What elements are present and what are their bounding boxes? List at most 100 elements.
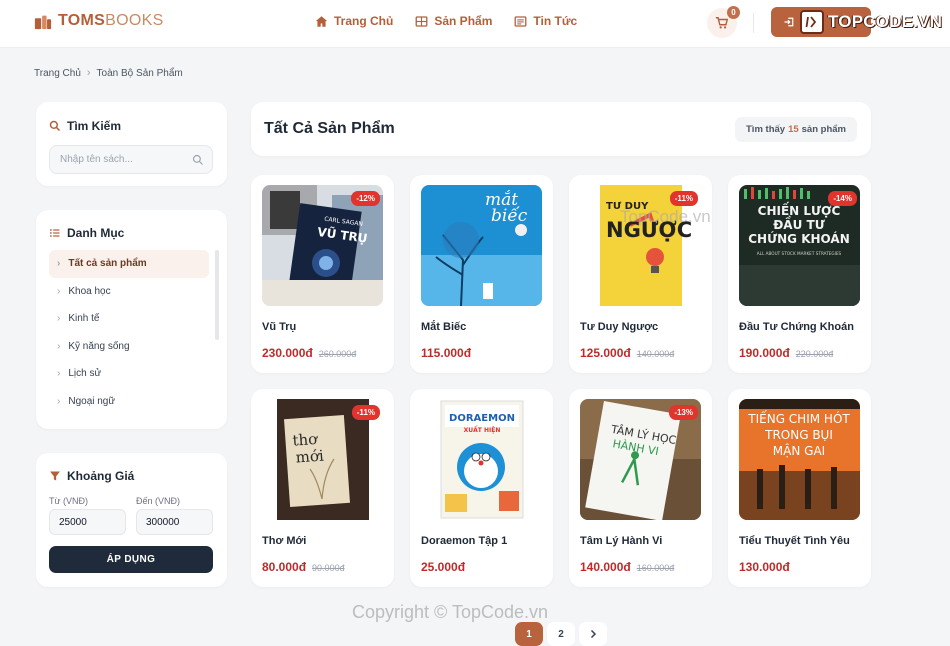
old-price: 140.000đ xyxy=(636,349,675,359)
old-price: 220.000đ xyxy=(795,349,834,359)
discount-badge: -11% xyxy=(669,191,698,206)
cover-text: XUẤT HIỆN xyxy=(464,426,501,434)
logo-text: TOMSBOOKS xyxy=(58,12,164,29)
cart-button[interactable]: 0 xyxy=(707,6,740,38)
category-list: › Tất cả sản phẩm › Khoa học › Kinh tế › Kỹ … xyxy=(49,250,209,415)
product-price: 115.000đ xyxy=(421,346,477,360)
newspaper-icon xyxy=(514,15,527,27)
next-page-button[interactable] xyxy=(579,622,607,646)
discount-badge: -13% xyxy=(669,405,698,420)
page-1-button[interactable]: 1 xyxy=(515,622,543,646)
product-image[interactable]: mắt biếc xyxy=(421,185,542,306)
old-price: 90.000đ xyxy=(312,563,345,573)
topcode-watermark-logo: TOPCODE.VN xyxy=(800,10,942,34)
current-price: 115.000đ xyxy=(421,346,472,360)
product-name[interactable]: Đầu Tư Chứng Khoán xyxy=(739,321,854,333)
category-card: Danh Mục › Tất cả sản phẩm › Khoa học › Kin… xyxy=(36,210,227,429)
product-card[interactable]: thơ mới -11% Thơ Mới 80.000đ 90.000đ xyxy=(251,389,394,587)
search-input[interactable]: Nhập tên sách... xyxy=(49,145,213,174)
product-card[interactable]: TIẾNG CHIM HÓT TRONG BỤI MẬN GAI Tiểu Th… xyxy=(728,389,871,587)
pagination: 1 2 xyxy=(515,622,607,646)
product-price: 130.000đ xyxy=(739,560,796,574)
main-nav: Trang Chủ Sản Phẩm Tin Tức xyxy=(315,14,577,28)
filter-icon xyxy=(50,471,60,481)
grid-icon xyxy=(415,15,428,27)
nav-products[interactable]: Sản Phẩm xyxy=(415,14,492,28)
product-card[interactable]: CHIẾN LƯỢC ĐẦU TƯ CHỨNG KHOÁN ALL ABOUT … xyxy=(728,175,871,373)
product-price: 25.000đ xyxy=(421,560,471,574)
product-image[interactable]: TÂM LÝ HỌC HÀNH VI -13% xyxy=(580,399,701,520)
logo[interactable]: TOMSBOOKS xyxy=(34,12,164,30)
discount-badge: -11% xyxy=(351,405,380,420)
breadcrumb: Trang Chủ › Toàn Bộ Sản Phẩm xyxy=(34,67,183,79)
nav-home[interactable]: Trang Chủ xyxy=(315,14,393,28)
chevron-right-icon: › xyxy=(57,258,61,270)
product-name[interactable]: Tư Duy Ngược xyxy=(580,321,658,333)
chevron-right-icon: › xyxy=(57,340,61,352)
product-image[interactable]: TIẾNG CHIM HÓT TRONG BỤI MẬN GAI xyxy=(739,399,860,520)
discount-badge: -12% xyxy=(351,191,380,206)
category-item-economics[interactable]: › Kinh tế xyxy=(49,305,209,333)
product-image[interactable]: DORAEMON XUẤT HIỆN xyxy=(421,399,542,520)
cover-text: biếc xyxy=(491,206,528,226)
cover-text: CHỨNG KHOÁN xyxy=(748,231,850,246)
category-item-all[interactable]: › Tất cả sản phẩm xyxy=(49,250,209,278)
category-scrollbar[interactable] xyxy=(215,250,219,340)
chevron-right-icon: › xyxy=(57,285,61,297)
apply-filter-button[interactable]: ÁP DỤNG xyxy=(49,546,213,573)
cover-text: ĐẦU TƯ xyxy=(773,215,824,232)
product-card[interactable]: TƯ DUY NGƯỢC -11% Tư Duy Ngược 125.000đ … xyxy=(569,175,712,373)
price-filter-card: Khoảng Giá Từ (VNĐ) Đến (VNĐ) 25000 3000… xyxy=(36,453,227,587)
category-item-languages[interactable]: › Ngoại ngữ xyxy=(49,388,209,416)
product-card[interactable]: mắt biếc Mắt Biếc 115.000đ xyxy=(410,175,553,373)
product-name[interactable]: Tiểu Thuyết Tình Yêu xyxy=(739,535,850,547)
old-price: 160.000đ xyxy=(636,563,675,573)
current-price: 125.000đ xyxy=(580,346,631,360)
product-image[interactable]: TƯ DUY NGƯỢC -11% xyxy=(580,185,701,306)
breadcrumb-home[interactable]: Trang Chủ xyxy=(34,68,81,79)
result-count-badge: Tìm thấy 15 sản phẩm xyxy=(735,117,857,142)
page-2-button[interactable]: 2 xyxy=(547,622,575,646)
top-header: TOMSBOOKS Trang Chủ Sản Phẩm Tin Tức 0 T… xyxy=(0,0,950,48)
price-to-label: Đến (VNĐ) xyxy=(136,496,181,506)
product-image[interactable]: CHIẾN LƯỢC ĐẦU TƯ CHỨNG KHOÁN ALL ABOUT … xyxy=(739,185,860,306)
product-name[interactable]: Thơ Mới xyxy=(262,535,306,547)
chevron-right-icon: › xyxy=(86,67,91,79)
search-card: Tìm Kiếm Nhập tên sách... xyxy=(36,102,227,186)
product-card[interactable]: CARL SAGAN VŨ TRỤ -12% Vũ Trụ 230.000đ 2… xyxy=(251,175,394,373)
category-title: Danh Mục xyxy=(49,226,124,240)
price-to-input[interactable]: 300000 xyxy=(136,509,213,535)
product-price: 140.000đ 160.000đ xyxy=(580,560,674,574)
header-divider xyxy=(753,13,754,33)
cart-count-badge: 0 xyxy=(727,6,740,19)
product-name[interactable]: Doraemon Tập 1 xyxy=(421,535,507,547)
current-price: 140.000đ xyxy=(580,560,631,574)
product-name[interactable]: Vũ Trụ xyxy=(262,321,296,333)
current-price: 190.000đ xyxy=(739,346,790,360)
discount-badge: -14% xyxy=(828,191,857,206)
login-icon xyxy=(784,17,794,27)
current-price: 130.000đ xyxy=(739,560,790,574)
topcode-logo-icon xyxy=(800,10,824,34)
current-price: 25.000đ xyxy=(421,560,466,574)
price-from-input[interactable]: 25000 xyxy=(49,509,126,535)
category-item-science[interactable]: › Khoa học xyxy=(49,278,209,306)
cart-icon xyxy=(715,17,729,29)
product-image[interactable]: CARL SAGAN VŨ TRỤ -12% xyxy=(262,185,383,306)
search-submit-icon[interactable] xyxy=(192,154,204,166)
category-item-history[interactable]: › Lịch sử xyxy=(49,360,209,388)
product-image[interactable]: thơ mới -11% xyxy=(262,399,383,520)
product-price: 230.000đ 260.000đ xyxy=(262,346,356,360)
cover-text: MẬN GAI xyxy=(773,443,825,458)
price-from-label: Từ (VNĐ) xyxy=(49,496,89,506)
product-name[interactable]: Tâm Lý Hành Vi xyxy=(580,535,662,547)
product-name[interactable]: Mắt Biếc xyxy=(421,321,466,333)
product-card[interactable]: DORAEMON XUẤT HIỆN Doraemon Tập 1 25.000… xyxy=(410,389,553,587)
product-card[interactable]: TÂM LÝ HỌC HÀNH VI -13% Tâm Lý Hành Vi 1… xyxy=(569,389,712,587)
home-icon xyxy=(315,15,328,27)
list-icon xyxy=(49,229,60,237)
category-item-life-skills[interactable]: › Kỹ năng sống xyxy=(49,333,209,361)
nav-news[interactable]: Tin Tức xyxy=(514,14,577,28)
chevron-right-icon xyxy=(590,629,597,639)
current-price: 230.000đ xyxy=(262,346,313,360)
